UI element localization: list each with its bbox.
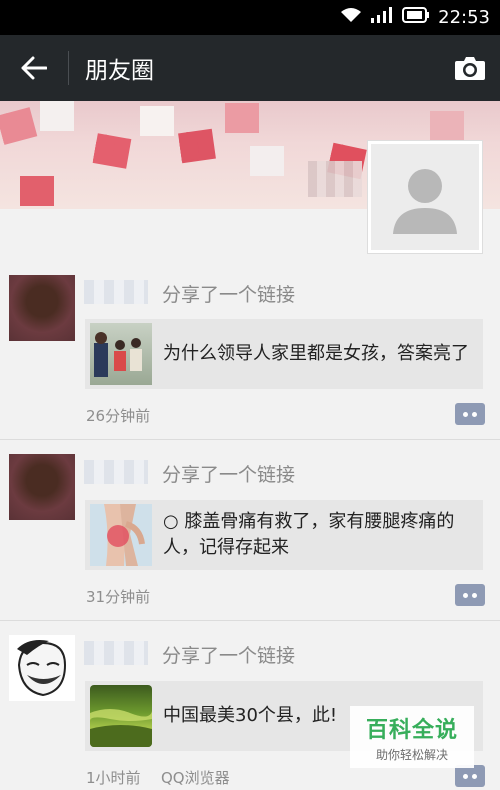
feed-post: 分享了一个链接 ○ 膝盖骨痛有救了，家有腰腿疼痛的人，记得存起来 31分钟前 <box>0 440 500 621</box>
link-card[interactable]: 为什么领导人家里都是女孩，答案亮了 <box>85 319 483 389</box>
blurred-name <box>308 161 362 197</box>
avatar[interactable] <box>9 635 75 701</box>
watermark-logo: 百科全说 助你轻松解决 <box>350 706 474 768</box>
link-title: 中国最美30个县，此! <box>163 705 338 726</box>
post-action-text: 分享了一个链接 <box>162 284 296 306</box>
avatar[interactable] <box>9 275 75 341</box>
status-time: 22:53 <box>438 7 490 28</box>
link-thumbnail <box>90 323 152 385</box>
default-user-icon <box>393 169 457 234</box>
heart-shape <box>140 106 174 136</box>
arrow-left-icon <box>21 56 47 80</box>
heart-shape <box>0 107 38 145</box>
dot-icon <box>463 411 468 417</box>
dot-icon <box>463 773 468 779</box>
heart-shape <box>40 101 74 131</box>
post-time: 1小时前 <box>86 769 141 787</box>
comment-button[interactable] <box>455 584 485 606</box>
dot-icon <box>472 773 477 779</box>
post-time: 26分钟前 <box>86 407 151 425</box>
heart-shape <box>92 133 132 169</box>
page-title: 朋友圈 <box>85 58 154 84</box>
meme-face-icon <box>9 635 75 701</box>
blurred-name[interactable] <box>84 280 148 304</box>
app-bar-divider <box>68 51 69 85</box>
post-action-text: 分享了一个链接 <box>162 464 296 486</box>
heart-shape <box>250 146 284 176</box>
battery-icon <box>402 7 430 28</box>
signal-icon <box>370 7 394 28</box>
back-button[interactable] <box>0 35 68 101</box>
app-bar: 朋友圈 <box>0 35 500 101</box>
camera-button[interactable] <box>440 35 500 101</box>
comment-button[interactable] <box>455 765 485 787</box>
avatar[interactable] <box>9 454 75 520</box>
watermark-main: 百科全说 <box>365 717 458 743</box>
watermark-sub: 助你轻松解决 <box>375 747 448 762</box>
link-card[interactable]: ○ 膝盖骨痛有救了，家有腰腿疼痛的人，记得存起来 <box>85 500 483 570</box>
post-time: 31分钟前 <box>86 588 151 606</box>
link-thumbnail <box>90 504 152 566</box>
link-title: 为什么领导人家里都是女孩，答案亮了 <box>163 343 469 364</box>
heart-shape <box>178 128 216 164</box>
heart-shape <box>430 111 464 141</box>
link-title: ○ 膝盖骨痛有救了，家有腰腿疼痛的人，记得存起来 <box>163 511 455 558</box>
link-thumbnail <box>90 685 152 747</box>
camera-icon <box>455 57 485 80</box>
wifi-icon <box>340 7 362 28</box>
feed-post: 分享了一个链接 为什么领导人家里都是女孩，答案亮了 26分钟前 <box>0 258 500 440</box>
status-bar: 22:53 <box>0 0 500 35</box>
heart-shape <box>225 103 259 133</box>
post-source[interactable]: QQ浏览器 <box>161 767 230 788</box>
post-action-text: 分享了一个链接 <box>162 645 296 667</box>
blurred-name[interactable] <box>84 641 148 665</box>
heart-shape <box>20 176 54 206</box>
dot-icon <box>472 411 477 417</box>
profile-avatar[interactable] <box>367 140 483 254</box>
dot-icon <box>463 592 468 598</box>
comment-button[interactable] <box>455 403 485 425</box>
blurred-name[interactable] <box>84 460 148 484</box>
dot-icon <box>472 592 477 598</box>
